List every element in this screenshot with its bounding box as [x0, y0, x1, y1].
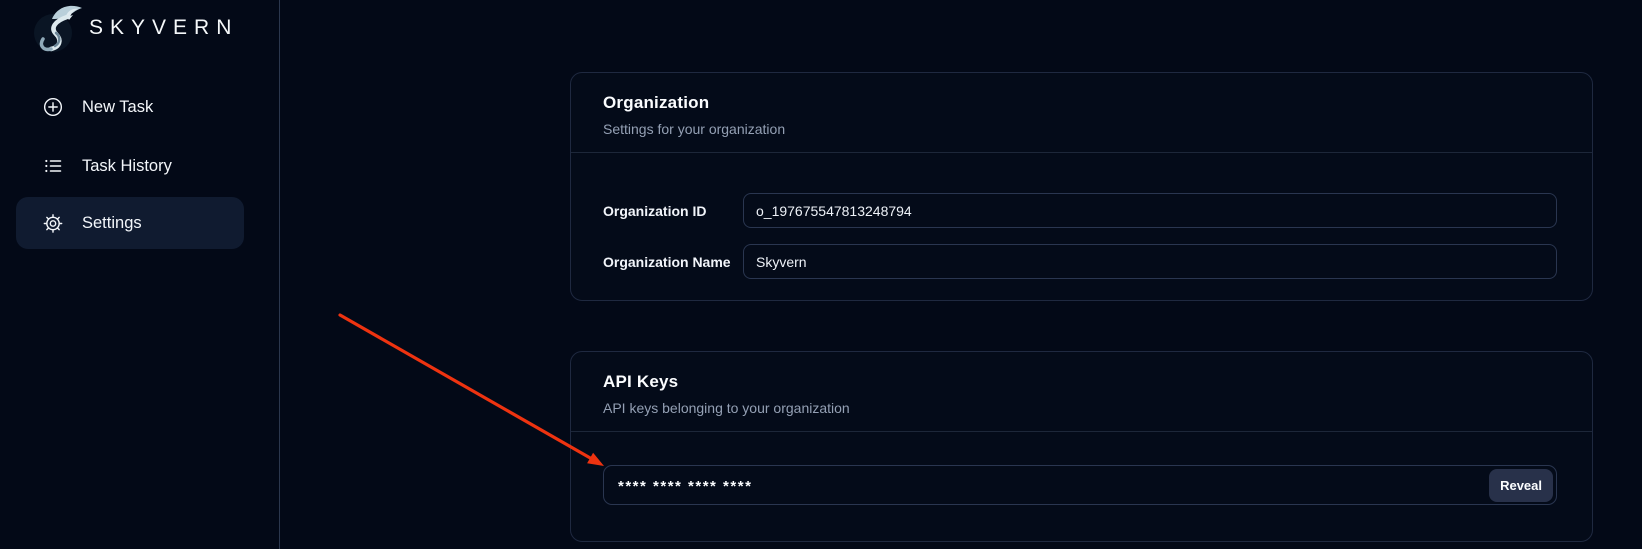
gear-icon: [43, 213, 63, 233]
api-key-input[interactable]: **** **** **** **** Reveal: [603, 465, 1557, 505]
api-keys-card-header: API Keys API keys belonging to your orga…: [571, 352, 1592, 432]
organization-card: Organization Settings for your organizat…: [570, 72, 1593, 301]
organization-name-label: Organization Name: [603, 254, 743, 270]
api-keys-card-body: **** **** **** **** Reveal: [571, 432, 1592, 537]
reveal-button[interactable]: Reveal: [1489, 469, 1553, 502]
brand-logo: SKYVERN: [28, 2, 238, 54]
organization-card-header: Organization Settings for your organizat…: [571, 73, 1592, 153]
api-key-masked-value: **** **** **** ****: [618, 478, 1489, 495]
sidebar-item-new-task[interactable]: New Task: [16, 81, 244, 133]
circle-plus-icon: [43, 97, 63, 117]
organization-card-body: Organization ID Organization Name: [571, 153, 1592, 297]
organization-id-label: Organization ID: [603, 203, 743, 219]
skyvern-dragon-icon: [28, 2, 82, 54]
sidebar-item-label: Task History: [82, 157, 172, 176]
api-keys-card: API Keys API keys belonging to your orga…: [570, 351, 1593, 542]
api-keys-card-subtitle: API keys belonging to your organization: [603, 400, 1560, 416]
organization-card-title: Organization: [603, 93, 1560, 113]
sidebar: SKYVERN New Task Task History Settings: [0, 0, 280, 549]
sidebar-item-label: Settings: [82, 214, 142, 233]
api-keys-card-title: API Keys: [603, 372, 1560, 392]
settings-page: Organization Settings for your organizat…: [280, 0, 1642, 549]
organization-name-row: Organization Name: [603, 244, 1557, 279]
sidebar-item-settings[interactable]: Settings: [16, 197, 244, 249]
brand-wordmark: SKYVERN: [89, 16, 238, 40]
organization-card-subtitle: Settings for your organization: [603, 121, 1560, 137]
organization-id-row: Organization ID: [603, 193, 1557, 228]
organization-name-input[interactable]: [743, 244, 1557, 279]
organization-id-input[interactable]: [743, 193, 1557, 228]
list-icon: [43, 156, 63, 176]
sidebar-item-task-history[interactable]: Task History: [16, 140, 244, 192]
sidebar-item-label: New Task: [82, 98, 153, 117]
